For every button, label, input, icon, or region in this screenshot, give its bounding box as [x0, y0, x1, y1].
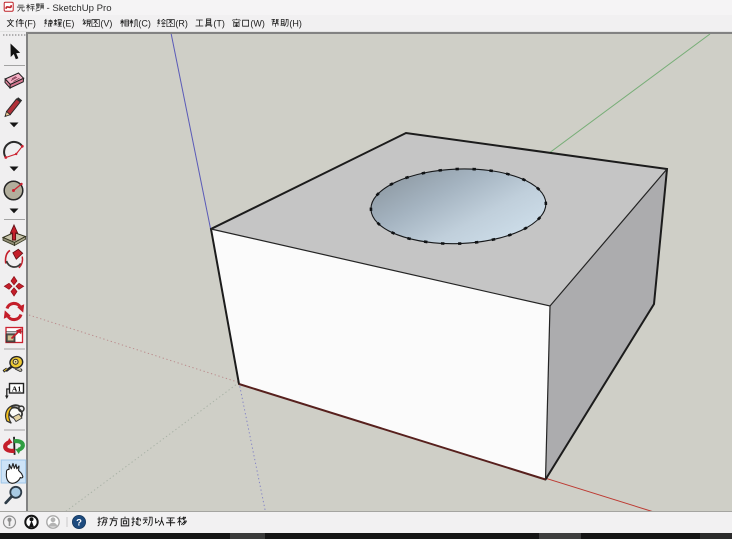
svg-text:(V): (V) — [100, 18, 112, 28]
svg-text:A1: A1 — [12, 384, 22, 393]
svg-text:(H): (H) — [289, 18, 302, 28]
svg-text:?: ? — [76, 518, 82, 529]
svg-text:- SketchUp Pro: - SketchUp Pro — [47, 3, 112, 14]
svg-text:(W): (W) — [250, 18, 265, 28]
svg-text:(R): (R) — [175, 18, 188, 28]
svg-text:(F): (F) — [24, 18, 36, 28]
svg-text:(T): (T) — [213, 18, 225, 28]
svg-text:(E): (E) — [62, 18, 74, 28]
svg-text:(C): (C) — [138, 18, 151, 28]
